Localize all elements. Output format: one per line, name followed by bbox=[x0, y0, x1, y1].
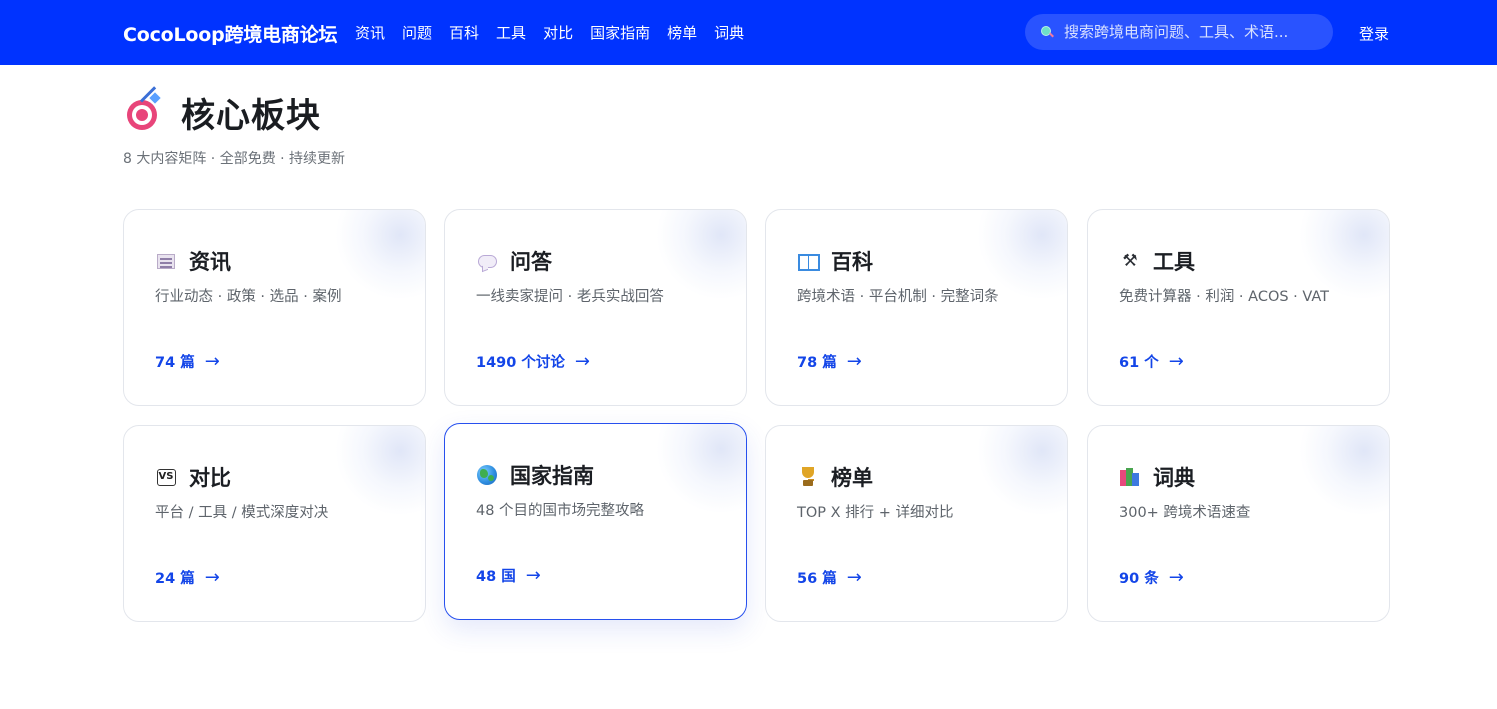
vs-icon: VS bbox=[155, 466, 177, 488]
trophy-icon bbox=[797, 466, 819, 488]
books-icon bbox=[1119, 466, 1141, 488]
card-title: 工具 bbox=[1153, 250, 1195, 274]
card-description: 行业动态 · 政策 · 选品 · 案例 bbox=[155, 289, 342, 305]
arrow-right-icon: → bbox=[846, 351, 862, 372]
card-description: 跨境术语 · 平台机制 · 完整词条 bbox=[797, 289, 999, 305]
card-description: 48 个目的国市场完整攻略 bbox=[476, 503, 645, 519]
card-title: 国家指南 bbox=[510, 464, 594, 488]
card-count-link[interactable]: 78 篇 → bbox=[797, 351, 862, 372]
section-title: 核心板块 bbox=[181, 96, 321, 136]
card-title: 对比 bbox=[189, 466, 231, 490]
card-dictionary[interactable]: 词典 300+ 跨境术语速查 90 条 → bbox=[1087, 425, 1390, 622]
card-description: TOP X 排行 + 详细对比 bbox=[797, 505, 954, 521]
arrow-right-icon: → bbox=[846, 567, 862, 588]
search-input[interactable] bbox=[1064, 23, 1304, 41]
card-count-link[interactable]: 24 篇 → bbox=[155, 567, 220, 588]
card-qa[interactable]: 问答 一线卖家提问 · 老兵实战回答 1490 个讨论 → bbox=[444, 209, 747, 406]
nav-item-country-guide[interactable]: 国家指南 bbox=[590, 22, 650, 43]
card-count-link[interactable]: 1490 个讨论 → bbox=[476, 351, 590, 372]
card-title: 资讯 bbox=[189, 250, 231, 274]
card-wiki[interactable]: 百科 跨境术语 · 平台机制 · 完整词条 78 篇 → bbox=[765, 209, 1068, 406]
login-button[interactable]: 登录 bbox=[1359, 23, 1389, 44]
card-count-link[interactable]: 74 篇 → bbox=[155, 351, 220, 372]
arrow-right-icon: → bbox=[525, 565, 541, 586]
card-tools[interactable]: ⚒ 工具 免费计算器 · 利润 · ACOS · VAT 61 个 → bbox=[1087, 209, 1390, 406]
nav-item-dictionary[interactable]: 词典 bbox=[714, 22, 744, 43]
nav-item-tools[interactable]: 工具 bbox=[496, 22, 526, 43]
section-subtitle: 8 大内容矩阵 · 全部免费 · 持续更新 bbox=[123, 151, 346, 167]
globe-icon bbox=[476, 464, 498, 486]
site-logo[interactable]: CocoLoop跨境电商论坛 bbox=[123, 20, 338, 47]
card-description: 300+ 跨境术语速查 bbox=[1119, 505, 1251, 521]
card-description: 平台 / 工具 / 模式深度对决 bbox=[155, 505, 329, 521]
speech-bubble-icon bbox=[476, 250, 498, 272]
arrow-right-icon: → bbox=[1168, 351, 1184, 372]
card-title: 百科 bbox=[831, 250, 873, 274]
card-title: 榜单 bbox=[831, 466, 873, 490]
nav-item-news[interactable]: 资讯 bbox=[355, 22, 385, 43]
card-count-link[interactable]: 48 国 → bbox=[476, 565, 541, 586]
open-book-icon bbox=[797, 250, 820, 272]
top-navbar: CocoLoop跨境电商论坛 资讯 问题 百科 工具 对比 国家指南 榜单 词典… bbox=[0, 0, 1497, 65]
card-rankings[interactable]: 榜单 TOP X 排行 + 详细对比 56 篇 → bbox=[765, 425, 1068, 622]
nav-item-compare[interactable]: 对比 bbox=[543, 22, 573, 43]
search-icon bbox=[1041, 25, 1054, 39]
target-icon bbox=[123, 85, 161, 132]
card-compare[interactable]: VS 对比 平台 / 工具 / 模式深度对决 24 篇 → bbox=[123, 425, 426, 622]
nav-item-questions[interactable]: 问题 bbox=[402, 22, 432, 43]
card-count-link[interactable]: 90 条 → bbox=[1119, 567, 1184, 588]
card-count-link[interactable]: 56 篇 → bbox=[797, 567, 862, 588]
card-title: 词典 bbox=[1153, 466, 1195, 490]
arrow-right-icon: → bbox=[204, 351, 220, 372]
search-box[interactable] bbox=[1025, 14, 1333, 50]
main-nav: 资讯 问题 百科 工具 对比 国家指南 榜单 词典 bbox=[355, 22, 761, 43]
arrow-right-icon: → bbox=[574, 351, 590, 372]
arrow-right-icon: → bbox=[204, 567, 220, 588]
card-country-guide[interactable]: 国家指南 48 个目的国市场完整攻略 48 国 → bbox=[444, 423, 747, 620]
nav-item-rankings[interactable]: 榜单 bbox=[667, 22, 697, 43]
card-count-link[interactable]: 61 个 → bbox=[1119, 351, 1184, 372]
nav-item-wiki[interactable]: 百科 bbox=[449, 22, 479, 43]
card-title: 问答 bbox=[510, 250, 552, 274]
arrow-right-icon: → bbox=[1168, 567, 1184, 588]
card-description: 免费计算器 · 利润 · ACOS · VAT bbox=[1119, 289, 1330, 305]
section-header: 核心板块 bbox=[123, 85, 321, 137]
card-description: 一线卖家提问 · 老兵实战回答 bbox=[476, 289, 664, 305]
tools-icon: ⚒ bbox=[1122, 251, 1138, 271]
newspaper-icon bbox=[155, 250, 177, 272]
card-news[interactable]: 资讯 行业动态 · 政策 · 选品 · 案例 74 篇 → bbox=[123, 209, 426, 406]
